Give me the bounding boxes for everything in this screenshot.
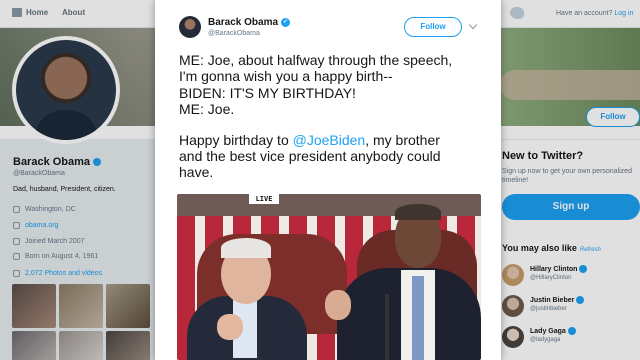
gif-figure bbox=[325, 290, 351, 320]
tweet-line: BIDEN: IT'S MY BIRTHDAY! bbox=[179, 84, 356, 101]
tweet-line: ME: Joe. bbox=[179, 101, 235, 118]
microphone bbox=[385, 294, 389, 360]
gif-figure bbox=[221, 238, 271, 258]
tweet-line: ME: Joe, about halfway through the speec… bbox=[179, 52, 453, 68]
gif-figure bbox=[395, 204, 441, 220]
tweet-gif[interactable]: LIVE bbox=[177, 194, 481, 360]
tweet-line: and the best vice president anybody coul… bbox=[179, 148, 441, 165]
mention-link[interactable]: @JoeBiden bbox=[293, 132, 366, 148]
chevron-down-icon[interactable] bbox=[468, 20, 478, 30]
gif-figure bbox=[217, 314, 243, 340]
tweet-line: have. bbox=[179, 164, 214, 181]
live-badge: LIVE bbox=[249, 194, 279, 204]
verified-badge-icon: ✓ bbox=[281, 18, 291, 27]
tweet-modal: Barack Obama ✓ @BarackObama Follow ME: J… bbox=[155, 0, 501, 360]
tweet-line: Happy birthday to @JoeBiden, my brother bbox=[179, 132, 479, 148]
tweet-author-name[interactable]: Barack Obama ✓ bbox=[208, 17, 291, 28]
gif-figure bbox=[412, 276, 424, 360]
tweet-author-handle[interactable]: @BarackObama bbox=[208, 30, 260, 37]
tweet-text-segment: , my brother bbox=[365, 131, 440, 148]
tweet-line: I'm gonna wish you a happy birth-- bbox=[179, 68, 393, 85]
tweet-author-name-text: Barack Obama bbox=[208, 17, 279, 28]
tweet-follow-button[interactable]: Follow bbox=[404, 17, 462, 37]
tweet-text-segment: Happy birthday to bbox=[179, 131, 293, 148]
tweet-author-avatar[interactable] bbox=[179, 16, 201, 38]
tweet-text: ME: Joe, about halfway through the speec… bbox=[179, 52, 479, 181]
